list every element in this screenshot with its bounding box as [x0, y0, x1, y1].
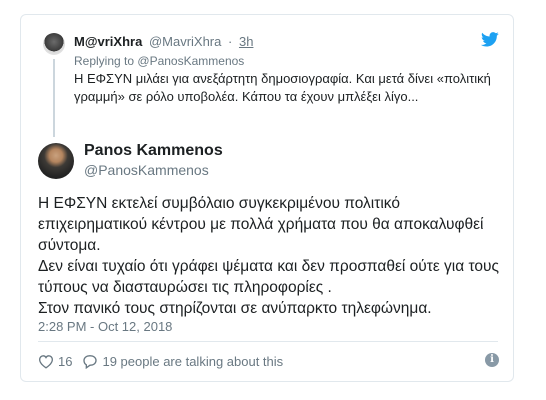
info-icon[interactable]: i: [485, 353, 499, 367]
author-handle[interactable]: @PanosKammenos: [84, 161, 209, 179]
separator-dot: ·: [228, 34, 233, 49]
replying-mention[interactable]: @PanosKammenos: [137, 54, 244, 68]
author-avatar[interactable]: [38, 143, 74, 179]
comment-icon: [83, 354, 98, 369]
conversation-link[interactable]: 19 people are talking about this: [82, 354, 283, 369]
tweet-paragraph: Δεν είναι τυχαίο ότι γράφει ψέματα και δ…: [38, 258, 499, 296]
author-display-name[interactable]: Panos Kammenos: [84, 141, 223, 161]
replying-prefix: Replying to: [74, 54, 135, 68]
tweet-timestamp[interactable]: 2:28 PM - Oct 12, 2018: [38, 319, 172, 335]
reply-avatar[interactable]: [43, 33, 65, 55]
action-bar: 16 19 people are talking about this: [38, 350, 293, 372]
like-button[interactable]: 16: [38, 354, 72, 369]
replying-to: Replying to @PanosKammenos: [74, 53, 244, 69]
reply-text: Η ΕΦΣΥΝ μιλάει για ανεξάρτητη δημοσιογρα…: [74, 71, 491, 104]
conversation-text: 19 people are talking about this: [102, 353, 284, 369]
reply-display-name[interactable]: M@vriXhra: [74, 34, 142, 49]
divider: [38, 341, 498, 342]
tweet-paragraph: Η ΕΦΣΥΝ εκτελεί συμβόλαιο συγκεκριμένου …: [38, 195, 484, 254]
reply-time[interactable]: 3h: [239, 34, 253, 49]
thread-line: [53, 59, 55, 137]
tweet-card: M@vriXhra @MavriXhra · 3h Replying to @P…: [20, 14, 514, 382]
tweet-text: Η ΕΦΣΥΝ εκτελεί συμβόλαιο συγκεκριμένου …: [38, 193, 508, 319]
heart-icon: [38, 354, 54, 369]
twitter-bird-icon[interactable]: [481, 32, 499, 47]
like-count: 16: [58, 353, 73, 369]
reply-header: M@vriXhra @MavriXhra · 3h: [74, 33, 253, 51]
tweet-paragraph: Στον πανικό τους στηρίζονται σε ανύπαρκτ…: [38, 300, 432, 317]
reply-handle[interactable]: @MavriXhra: [149, 34, 221, 49]
